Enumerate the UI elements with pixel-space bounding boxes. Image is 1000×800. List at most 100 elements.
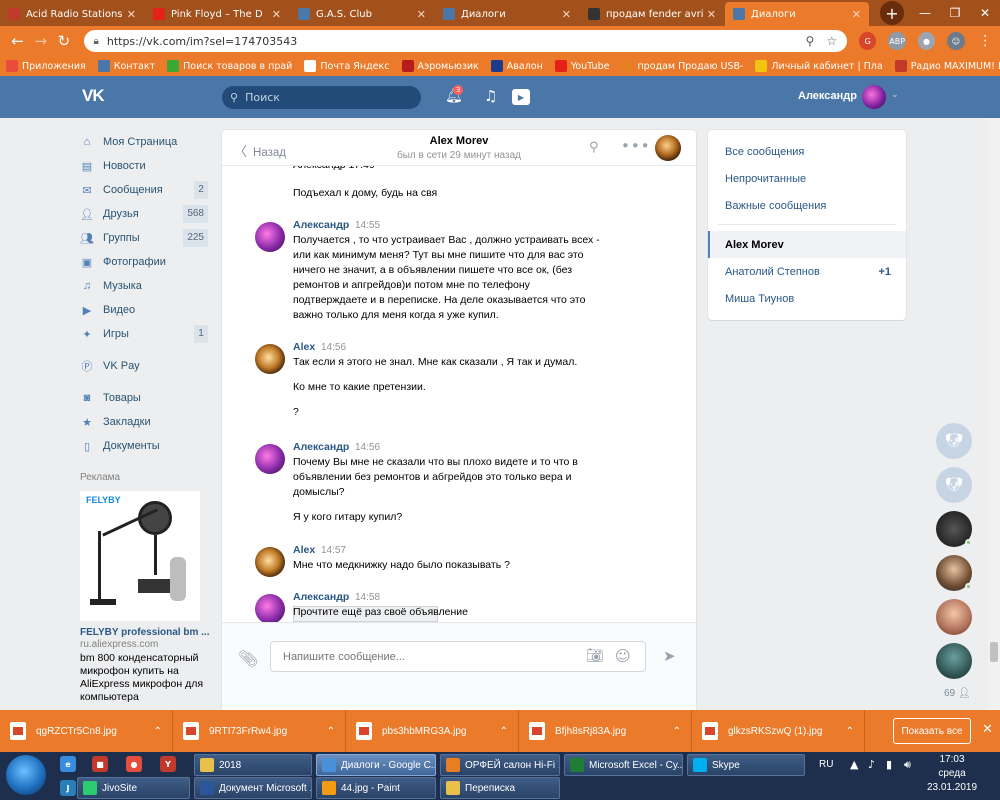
clock[interactable]: 17:03 среда 23.01.2019	[925, 753, 979, 795]
avatar[interactable]	[862, 85, 886, 109]
music-icon[interactable]: ♫	[484, 87, 497, 105]
bookmark-item[interactable]: Радио MAXIMUM! Если	[894, 60, 1000, 72]
taskbar-button[interactable]: JivoSite	[77, 777, 190, 799]
download-item[interactable]: Bfjh8sRj83A.jpg ⌃	[519, 710, 692, 752]
taskbar-button[interactable]: 2018	[194, 754, 312, 776]
avatar[interactable]	[255, 594, 285, 622]
close-icon[interactable]: ✕	[707, 8, 716, 21]
mini-chat-avatar[interactable]	[936, 599, 972, 635]
send-icon[interactable]: ➤	[663, 647, 676, 665]
chevron-up-icon[interactable]: ⌃	[846, 726, 854, 737]
filter-item[interactable]: Непрочитанные	[708, 165, 906, 192]
message-author[interactable]: Александр	[293, 219, 349, 231]
mini-chat-avatar[interactable]	[936, 511, 972, 547]
browser-tab[interactable]: Acid Radio Stations ✕	[0, 2, 144, 26]
close-icon[interactable]: ✕	[272, 8, 281, 21]
extension-icon[interactable]: ●	[917, 32, 936, 50]
user-name[interactable]: Александр	[798, 90, 857, 102]
scrollbar-thumb[interactable]	[990, 642, 998, 662]
bookmark-star-icon[interactable]: ☆	[826, 34, 837, 48]
close-icon[interactable]: ✕	[970, 6, 1000, 20]
download-item[interactable]: glkzsRKSzwQ (1).jpg ⌃	[692, 710, 865, 752]
avatar[interactable]	[255, 547, 285, 577]
ad-site[interactable]: ru.aliexpress.com	[80, 639, 210, 650]
sidebar-item[interactable]: ★ Закладки	[80, 410, 210, 434]
browser-tab[interactable]: продам fender avri62 ✕	[580, 2, 724, 26]
sidebar-item[interactable]: ◙ Товары	[80, 386, 210, 410]
bookmark-item[interactable]: Авалон	[490, 60, 543, 72]
close-icon[interactable]: ✕	[562, 8, 571, 21]
sidebar-item[interactable]: 👤︎ Друзья 568	[80, 202, 210, 226]
adblock-icon[interactable]: ABP	[888, 32, 906, 50]
chevron-down-icon[interactable]: ⌄	[891, 90, 899, 100]
jivosite-icon[interactable]: J	[60, 780, 76, 796]
message-list[interactable]: Александр 17:49 Подъехал к дому, будь на …	[222, 166, 696, 622]
dialog-item[interactable]: Миша Тиунов	[708, 285, 906, 312]
profile-icon[interactable]: ☺	[947, 32, 965, 50]
sidebar-item[interactable]: ▤ Новости	[80, 154, 210, 178]
message-author[interactable]: Alex	[293, 544, 315, 556]
maximize-icon[interactable]: ❐	[940, 6, 970, 20]
address-bar[interactable]: 🔒︎ https://vk.com/im?sel=174703543 ⚲ ☆	[83, 30, 848, 52]
avatar[interactable]	[255, 222, 285, 252]
sidebar-item[interactable]: ▣ Фотографии	[80, 250, 210, 274]
reload-icon[interactable]: ↻	[52, 32, 75, 50]
bookmark-item[interactable]: Контакт	[97, 60, 155, 72]
show-all-downloads-button[interactable]: Показать все	[893, 718, 971, 744]
ad-title[interactable]: FELYBY professional bm ...	[80, 627, 210, 638]
vk-logo[interactable]: VK	[82, 86, 112, 108]
zoom-search-icon[interactable]: ⚲	[806, 34, 815, 48]
search-icon[interactable]: ⚲	[589, 140, 599, 155]
taskbar-button[interactable]: Документ Microsoft ...	[194, 777, 312, 799]
avatar[interactable]	[655, 135, 681, 161]
sidebar-item[interactable]: ▶ Видео	[80, 298, 210, 322]
bookmark-item[interactable]: Почта Яндекс	[304, 60, 390, 72]
sidebar-item[interactable]: ⌂ Моя Страница	[80, 130, 210, 154]
dialog-item[interactable]: Анатолий Степнов +1	[708, 258, 906, 285]
bookmark-item[interactable]: Личный кабинет | Пла	[755, 60, 883, 72]
tray-icon[interactable]: ♪	[868, 758, 875, 771]
bookmark-item[interactable]: продам Продаю USB-	[621, 60, 743, 72]
download-item[interactable]: pbs3hbMRG3A.jpg ⌃	[346, 710, 519, 752]
page-scrollbar[interactable]	[988, 118, 1000, 710]
bookmark-item[interactable]: YouTube	[554, 60, 609, 72]
mini-chat-avatar[interactable]	[936, 555, 972, 591]
download-item[interactable]: 9RTI73FrRw4.jpg ⌃	[173, 710, 346, 752]
taskbar-button[interactable]: Microsoft Excel - Су...	[564, 754, 683, 776]
search-input[interactable]: ⚲ Поиск	[222, 86, 421, 109]
extension-icon[interactable]: G	[859, 32, 877, 50]
bookmark-item[interactable]: Аэромьюзик	[401, 60, 479, 72]
bookmark-item[interactable]: Поиск товаров в прай	[167, 60, 292, 72]
taskbar-button[interactable]: 44.jpg - Paint	[316, 777, 436, 799]
menu-icon[interactable]: ⋮	[977, 32, 994, 50]
mini-chat-avatar[interactable]	[936, 643, 972, 679]
yandex-icon[interactable]: Y	[160, 756, 176, 772]
close-icon[interactable]: ✕	[127, 8, 136, 21]
avatar[interactable]	[255, 444, 285, 474]
back-icon[interactable]: ←	[6, 32, 29, 50]
paperclip-icon[interactable]: 📎︎	[238, 649, 258, 668]
more-icon[interactable]: •••	[621, 137, 651, 155]
app-icon[interactable]: ●	[126, 756, 142, 772]
avatar[interactable]	[255, 344, 285, 374]
browser-tab[interactable]: Pink Floyd – The D ✕	[145, 2, 289, 26]
dialog-item[interactable]: Alex Morev	[708, 231, 906, 258]
browser-tab[interactable]: Диалоги ✕	[725, 2, 869, 26]
smile-icon[interactable]: ☺	[615, 647, 631, 665]
filter-item[interactable]: Все сообщения	[708, 138, 906, 165]
message-author[interactable]: Александр	[293, 441, 349, 453]
chevron-up-icon[interactable]: ⌃	[327, 726, 335, 737]
close-icon[interactable]: ✕	[982, 722, 993, 737]
browser-tab[interactable]: Диалоги ✕	[435, 2, 579, 26]
new-tab-button[interactable]: +	[880, 1, 904, 25]
sidebar-item[interactable]: ✦ Игры 1	[80, 322, 210, 346]
sidebar-item[interactable]: ▯ Документы	[80, 434, 210, 458]
close-icon[interactable]: ✕	[852, 8, 861, 21]
mini-chat-avatar[interactable]: 🐶︎	[936, 467, 972, 503]
browser-tab[interactable]: G.A.S. Club ✕	[290, 2, 434, 26]
message-author[interactable]: Alex	[293, 341, 315, 353]
ie-icon[interactable]: e	[60, 756, 76, 772]
taskbar-button[interactable]: Диалоги - Google C...	[316, 754, 436, 776]
language-indicator[interactable]: RU	[819, 759, 833, 770]
sidebar-item[interactable]: Ⓟ VK Pay	[80, 354, 210, 378]
